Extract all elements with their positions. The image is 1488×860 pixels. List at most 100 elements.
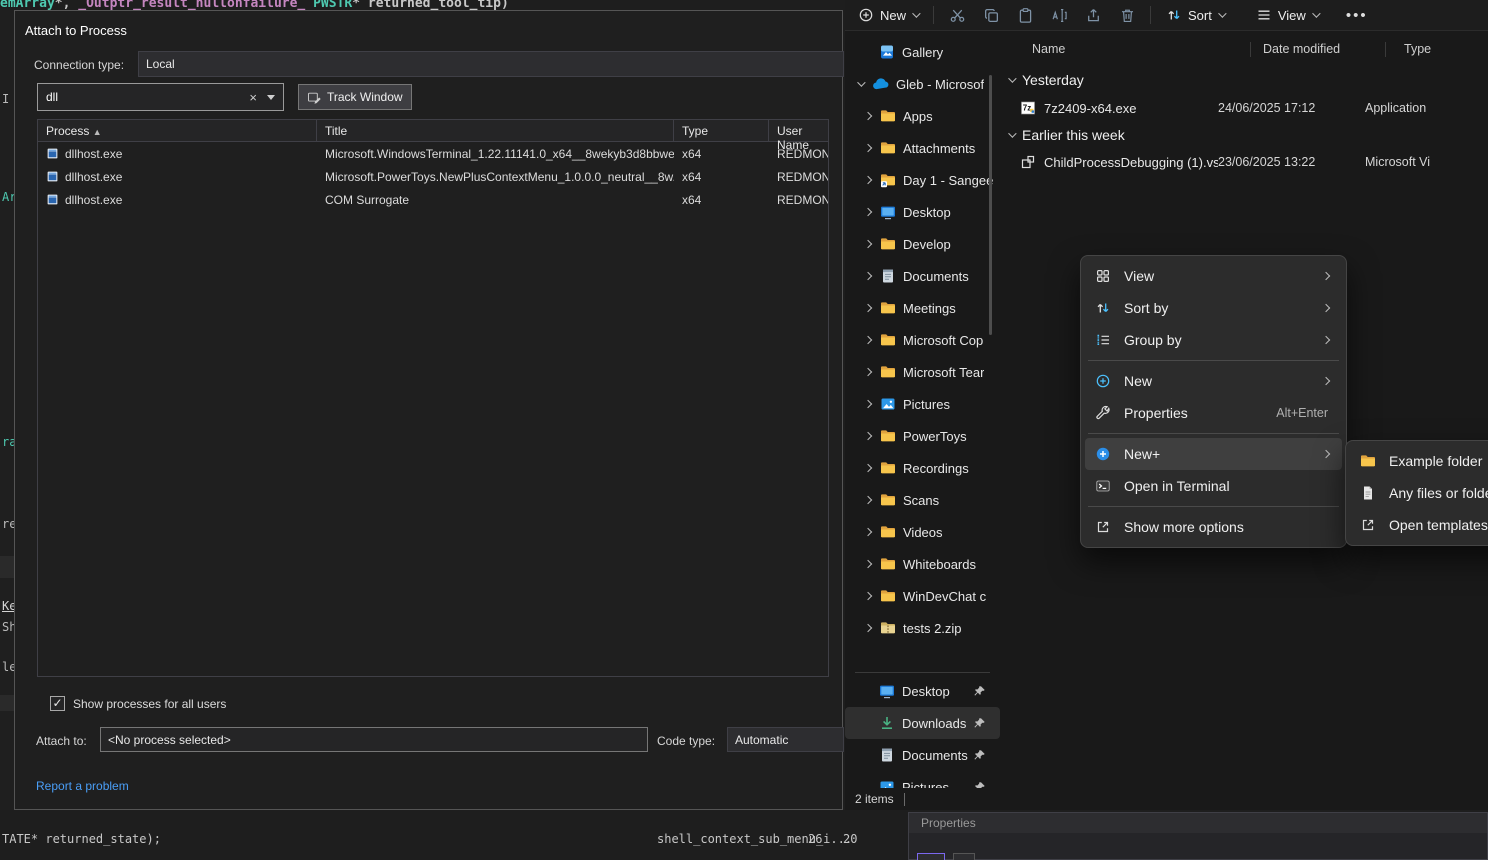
sidebar-item-onedrive[interactable]: Gleb - Microsof [845,68,1000,100]
column-header-user[interactable]: User Name [769,120,828,141]
chevron-right-icon[interactable] [864,272,872,280]
sidebar-item-videos[interactable]: Videos [845,516,1000,548]
menu-item-show-more-options[interactable]: Show more options [1085,511,1342,543]
group-header-earlier-this-week[interactable]: Earlier this week [1008,124,1125,146]
sidebar-item-desktop[interactable]: Desktop [845,196,1000,228]
chevron-right-icon[interactable] [864,432,872,440]
chevron-down-icon[interactable] [857,78,865,86]
sidebar-item-attachments[interactable]: Attachments [845,132,1000,164]
code-type-select[interactable]: Automatic [727,727,844,752]
chevron-right-icon[interactable] [864,528,872,536]
sort-button[interactable]: Sort [1157,3,1233,27]
file-row-7z[interactable]: 7z2409-x64.exe 24/06/2025 17:12 Applicat… [1000,96,1488,120]
show-all-users-checkbox[interactable]: ✓ [50,696,65,711]
process-filter-input[interactable]: dll × [37,83,284,111]
chevron-down-icon [912,9,920,17]
sidebar-scrollbar[interactable] [989,75,992,335]
copy-icon [983,7,1000,24]
sidebar-item-microsoft-teams[interactable]: Microsoft Tear [845,356,1000,388]
chevron-right-icon[interactable] [864,624,872,632]
view-button[interactable]: View [1247,3,1327,27]
more-options-button[interactable]: ••• [1337,3,1377,27]
chevron-right-icon[interactable] [864,464,872,472]
properties-field[interactable] [953,853,975,860]
explorer-sidebar: Gallery Gleb - Microsof Apps Attachments… [845,36,1000,644]
attach-to-input[interactable]: <No process selected> [100,727,648,752]
submenu-item-open-templates[interactable]: Open templates [1350,509,1488,541]
sidebar-item-tests-zip[interactable]: tests 2.zip [845,612,1000,644]
sidebar-item-pictures[interactable]: Pictures [845,388,1000,420]
table-row[interactable]: dllhost.exe Microsoft.PowerToys.NewPlusC… [38,165,828,188]
chevron-right-icon[interactable] [864,176,872,184]
chevron-right-icon[interactable] [864,144,872,152]
column-header-name[interactable]: Name [1000,42,1250,56]
paste-button[interactable] [1008,7,1042,24]
sidebar-item-downloads-pinned[interactable]: Downloads [845,707,1000,739]
sidebar-item-apps[interactable]: Apps [845,100,1000,132]
rename-button[interactable] [1042,7,1076,24]
chevron-right-icon [1322,336,1330,344]
chevron-right-icon[interactable] [864,368,872,376]
new-button[interactable]: New [849,3,927,27]
download-icon [879,715,895,731]
cut-button[interactable] [940,7,974,24]
menu-item-view[interactable]: View [1085,260,1342,292]
chevron-right-icon[interactable] [864,208,872,216]
sidebar-item-develop[interactable]: Develop [845,228,1000,260]
group-header-yesterday[interactable]: Yesterday [1008,69,1084,91]
menu-item-open-in-terminal[interactable]: Open in Terminal [1085,470,1342,502]
clear-filter-icon[interactable]: × [249,90,257,105]
copy-button[interactable] [974,7,1008,24]
folder-icon [1360,453,1376,469]
menu-item-new-plus[interactable]: New+ [1085,438,1342,470]
chevron-right-icon[interactable] [864,496,872,504]
table-row[interactable]: dllhost.exe Microsoft.WindowsTerminal_1.… [38,142,828,165]
column-header-process[interactable]: Process ▲ [38,120,317,141]
properties-field[interactable] [917,853,945,860]
sidebar-item-documents-pinned[interactable]: Documents [845,739,1000,771]
column-header-date-modified[interactable]: Date modified [1251,42,1385,56]
chevron-right-icon[interactable] [864,560,872,568]
plus-circle-icon [1095,373,1111,389]
code-type-value: Automatic [735,733,788,747]
sidebar-item-gallery[interactable]: Gallery [845,36,1000,68]
menu-item-new[interactable]: New [1085,365,1342,397]
sidebar-item-day1[interactable]: Day 1 - Sangee [845,164,1000,196]
track-window-button[interactable]: Track Window [298,84,412,110]
column-header-title[interactable]: Title [317,120,674,141]
sidebar-item-scans[interactable]: Scans [845,484,1000,516]
table-row[interactable]: dllhost.exe COM Surrogate x64 REDMOND [38,188,828,211]
menu-item-group-by[interactable]: Group by [1085,324,1342,356]
chevron-down-icon[interactable] [1008,129,1016,137]
connection-type-select[interactable]: Local [138,51,844,77]
sidebar-item-documents[interactable]: Documents [845,260,1000,292]
file-row-vsix[interactable]: ChildProcessDebugging (1).vsix 23/06/202… [1000,150,1488,174]
view-button-label: View [1278,8,1306,23]
filter-dropdown-icon[interactable] [267,95,275,100]
trash-icon [1119,7,1136,24]
sidebar-item-powertoys[interactable]: PowerToys [845,420,1000,452]
sidebar-item-microsoft-copilot[interactable]: Microsoft Cop [845,324,1000,356]
sidebar-item-whiteboards[interactable]: Whiteboards [845,548,1000,580]
chevron-right-icon[interactable] [864,400,872,408]
submenu-item-example-folder[interactable]: Example folder [1350,445,1488,477]
sidebar-item-desktop-pinned[interactable]: Desktop [845,675,1000,707]
chevron-right-icon[interactable] [864,112,872,120]
delete-button[interactable] [1110,7,1144,24]
sidebar-item-meetings[interactable]: Meetings [845,292,1000,324]
chevron-right-icon[interactable] [864,336,872,344]
share-button[interactable] [1076,7,1110,24]
column-header-type[interactable]: Type [674,120,769,141]
report-problem-link[interactable]: Report a problem [36,779,129,793]
menu-item-properties[interactable]: Properties Alt+Enter [1085,397,1342,429]
menu-item-sort-by[interactable]: Sort by [1085,292,1342,324]
chevron-down-icon[interactable] [1008,74,1016,82]
column-header-type[interactable]: Type [1386,42,1431,56]
sidebar-item-recordings[interactable]: Recordings [845,452,1000,484]
folder-icon [880,140,896,156]
chevron-right-icon[interactable] [864,592,872,600]
chevron-right-icon[interactable] [864,240,872,248]
sidebar-item-windevchat[interactable]: WinDevChat c [845,580,1000,612]
submenu-item-any-files[interactable]: Any files or folde [1350,477,1488,509]
chevron-right-icon[interactable] [864,304,872,312]
